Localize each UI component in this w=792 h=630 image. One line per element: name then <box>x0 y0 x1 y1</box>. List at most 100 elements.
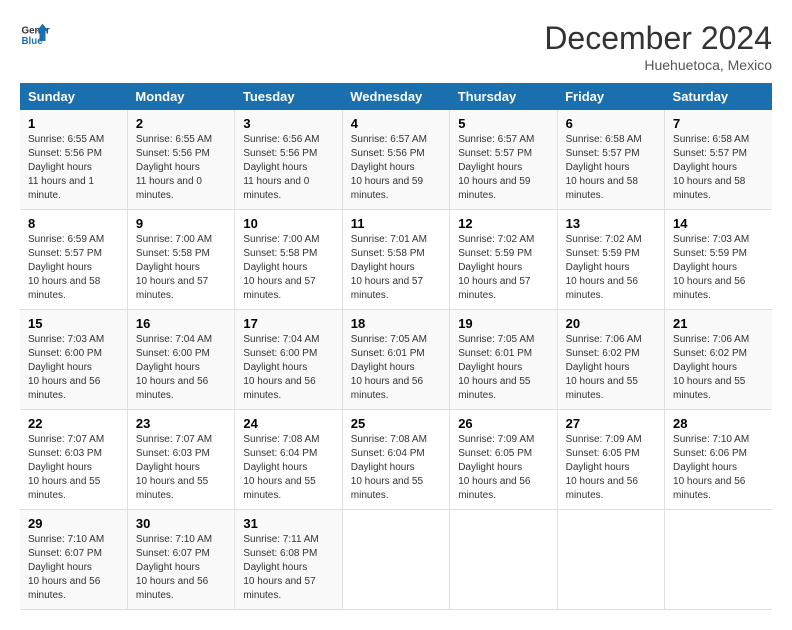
day-info: Sunrise: 7:09 AM Sunset: 6:05 PM Dayligh… <box>458 433 548 503</box>
table-row: 19 Sunrise: 7:05 AM Sunset: 6:01 PM Dayl… <box>450 310 557 410</box>
day-number: 28 <box>673 416 764 431</box>
day-number: 22 <box>28 416 119 431</box>
table-row: 8 Sunrise: 6:59 AM Sunset: 5:57 PM Dayli… <box>20 210 127 310</box>
table-row: 22 Sunrise: 7:07 AM Sunset: 6:03 PM Dayl… <box>20 410 127 510</box>
day-number: 15 <box>28 316 119 331</box>
table-row: 17 Sunrise: 7:04 AM Sunset: 6:00 PM Dayl… <box>235 310 342 410</box>
day-number: 2 <box>136 116 226 131</box>
day-info: Sunrise: 7:11 AM Sunset: 6:08 PM Dayligh… <box>243 533 333 603</box>
day-info: Sunrise: 6:56 AM Sunset: 5:56 PM Dayligh… <box>243 133 333 203</box>
day-info: Sunrise: 7:06 AM Sunset: 6:02 PM Dayligh… <box>566 333 656 403</box>
day-number: 6 <box>566 116 656 131</box>
table-row: 6 Sunrise: 6:58 AM Sunset: 5:57 PM Dayli… <box>557 110 664 210</box>
table-row: 21 Sunrise: 7:06 AM Sunset: 6:02 PM Dayl… <box>665 310 772 410</box>
table-row: 25 Sunrise: 7:08 AM Sunset: 6:04 PM Dayl… <box>342 410 449 510</box>
day-info: Sunrise: 7:03 AM Sunset: 5:59 PM Dayligh… <box>673 233 764 303</box>
calendar-header-row: Sunday Monday Tuesday Wednesday Thursday… <box>20 83 772 110</box>
calendar-week-row: 22 Sunrise: 7:07 AM Sunset: 6:03 PM Dayl… <box>20 410 772 510</box>
calendar-week-row: 29 Sunrise: 7:10 AM Sunset: 6:07 PM Dayl… <box>20 510 772 610</box>
header-tuesday: Tuesday <box>235 83 342 110</box>
day-info: Sunrise: 6:59 AM Sunset: 5:57 PM Dayligh… <box>28 233 119 303</box>
table-row: 28 Sunrise: 7:10 AM Sunset: 6:06 PM Dayl… <box>665 410 772 510</box>
table-row: 31 Sunrise: 7:11 AM Sunset: 6:08 PM Dayl… <box>235 510 342 610</box>
table-row: 30 Sunrise: 7:10 AM Sunset: 6:07 PM Dayl… <box>127 510 234 610</box>
header-wednesday: Wednesday <box>342 83 449 110</box>
day-info: Sunrise: 7:08 AM Sunset: 6:04 PM Dayligh… <box>243 433 333 503</box>
table-row: 15 Sunrise: 7:03 AM Sunset: 6:00 PM Dayl… <box>20 310 127 410</box>
table-row: 24 Sunrise: 7:08 AM Sunset: 6:04 PM Dayl… <box>235 410 342 510</box>
day-info: Sunrise: 7:10 AM Sunset: 6:06 PM Dayligh… <box>673 433 764 503</box>
day-info: Sunrise: 7:03 AM Sunset: 6:00 PM Dayligh… <box>28 333 119 403</box>
table-row: 23 Sunrise: 7:07 AM Sunset: 6:03 PM Dayl… <box>127 410 234 510</box>
calendar-week-row: 8 Sunrise: 6:59 AM Sunset: 5:57 PM Dayli… <box>20 210 772 310</box>
day-number: 11 <box>351 216 441 231</box>
day-info: Sunrise: 7:09 AM Sunset: 6:05 PM Dayligh… <box>566 433 656 503</box>
day-number: 8 <box>28 216 119 231</box>
day-number: 10 <box>243 216 333 231</box>
day-number: 4 <box>351 116 441 131</box>
day-info: Sunrise: 7:07 AM Sunset: 6:03 PM Dayligh… <box>28 433 119 503</box>
header-saturday: Saturday <box>665 83 772 110</box>
day-number: 27 <box>566 416 656 431</box>
day-info: Sunrise: 7:02 AM Sunset: 5:59 PM Dayligh… <box>566 233 656 303</box>
table-row: 1 Sunrise: 6:55 AM Sunset: 5:56 PM Dayli… <box>20 110 127 210</box>
table-row: 4 Sunrise: 6:57 AM Sunset: 5:56 PM Dayli… <box>342 110 449 210</box>
day-number: 12 <box>458 216 548 231</box>
day-number: 7 <box>673 116 764 131</box>
month-title: December 2024 <box>544 20 772 57</box>
table-row: 12 Sunrise: 7:02 AM Sunset: 5:59 PM Dayl… <box>450 210 557 310</box>
table-row: 20 Sunrise: 7:06 AM Sunset: 6:02 PM Dayl… <box>557 310 664 410</box>
location: Huehuetoca, Mexico <box>544 57 772 73</box>
day-info: Sunrise: 7:10 AM Sunset: 6:07 PM Dayligh… <box>28 533 119 603</box>
table-row <box>450 510 557 610</box>
day-number: 14 <box>673 216 764 231</box>
day-number: 16 <box>136 316 226 331</box>
header-thursday: Thursday <box>450 83 557 110</box>
day-info: Sunrise: 7:10 AM Sunset: 6:07 PM Dayligh… <box>136 533 226 603</box>
day-info: Sunrise: 7:00 AM Sunset: 5:58 PM Dayligh… <box>136 233 226 303</box>
table-row: 26 Sunrise: 7:09 AM Sunset: 6:05 PM Dayl… <box>450 410 557 510</box>
day-info: Sunrise: 6:57 AM Sunset: 5:57 PM Dayligh… <box>458 133 548 203</box>
table-row: 13 Sunrise: 7:02 AM Sunset: 5:59 PM Dayl… <box>557 210 664 310</box>
day-number: 9 <box>136 216 226 231</box>
day-number: 30 <box>136 516 226 531</box>
table-row: 10 Sunrise: 7:00 AM Sunset: 5:58 PM Dayl… <box>235 210 342 310</box>
header-friday: Friday <box>557 83 664 110</box>
table-row: 2 Sunrise: 6:55 AM Sunset: 5:56 PM Dayli… <box>127 110 234 210</box>
day-info: Sunrise: 7:00 AM Sunset: 5:58 PM Dayligh… <box>243 233 333 303</box>
day-number: 17 <box>243 316 333 331</box>
table-row: 5 Sunrise: 6:57 AM Sunset: 5:57 PM Dayli… <box>450 110 557 210</box>
day-number: 25 <box>351 416 441 431</box>
day-number: 3 <box>243 116 333 131</box>
calendar-table: Sunday Monday Tuesday Wednesday Thursday… <box>20 83 772 610</box>
day-number: 18 <box>351 316 441 331</box>
day-number: 23 <box>136 416 226 431</box>
day-number: 5 <box>458 116 548 131</box>
table-row: 7 Sunrise: 6:58 AM Sunset: 5:57 PM Dayli… <box>665 110 772 210</box>
table-row: 9 Sunrise: 7:00 AM Sunset: 5:58 PM Dayli… <box>127 210 234 310</box>
day-number: 24 <box>243 416 333 431</box>
day-info: Sunrise: 6:58 AM Sunset: 5:57 PM Dayligh… <box>566 133 656 203</box>
day-info: Sunrise: 7:04 AM Sunset: 6:00 PM Dayligh… <box>136 333 226 403</box>
day-info: Sunrise: 7:06 AM Sunset: 6:02 PM Dayligh… <box>673 333 764 403</box>
day-number: 1 <box>28 116 119 131</box>
page-header: General Blue December 2024 Huehuetoca, M… <box>20 20 772 73</box>
table-row: 14 Sunrise: 7:03 AM Sunset: 5:59 PM Dayl… <box>665 210 772 310</box>
day-info: Sunrise: 6:55 AM Sunset: 5:56 PM Dayligh… <box>28 133 119 203</box>
day-info: Sunrise: 7:05 AM Sunset: 6:01 PM Dayligh… <box>458 333 548 403</box>
day-number: 29 <box>28 516 119 531</box>
table-row: 3 Sunrise: 6:56 AM Sunset: 5:56 PM Dayli… <box>235 110 342 210</box>
table-row: 16 Sunrise: 7:04 AM Sunset: 6:00 PM Dayl… <box>127 310 234 410</box>
day-number: 26 <box>458 416 548 431</box>
header-monday: Monday <box>127 83 234 110</box>
day-number: 31 <box>243 516 333 531</box>
table-row <box>557 510 664 610</box>
day-number: 19 <box>458 316 548 331</box>
table-row: 29 Sunrise: 7:10 AM Sunset: 6:07 PM Dayl… <box>20 510 127 610</box>
table-row <box>665 510 772 610</box>
calendar-week-row: 1 Sunrise: 6:55 AM Sunset: 5:56 PM Dayli… <box>20 110 772 210</box>
title-section: December 2024 Huehuetoca, Mexico <box>544 20 772 73</box>
table-row: 27 Sunrise: 7:09 AM Sunset: 6:05 PM Dayl… <box>557 410 664 510</box>
logo: General Blue <box>20 20 50 50</box>
day-number: 21 <box>673 316 764 331</box>
